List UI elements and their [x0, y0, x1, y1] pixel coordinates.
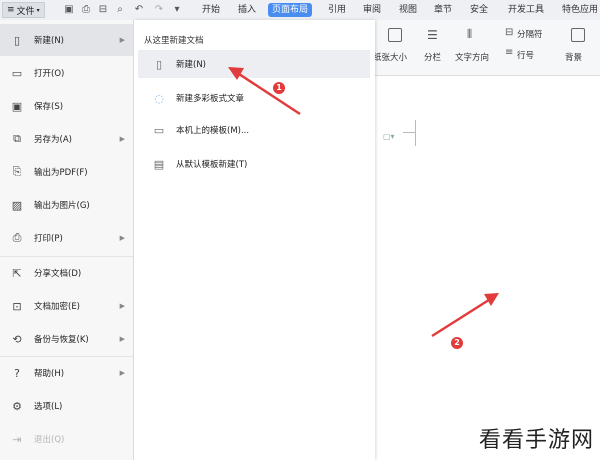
annotation-layer [228, 67, 499, 338]
watermark-text: 看看手游网 [478, 428, 594, 453]
arrow-1-line [235, 70, 301, 116]
annotation-badge-1: 1 [273, 82, 285, 94]
arrow-2-head [484, 293, 499, 306]
arrow-1-head [228, 67, 244, 80]
arrow-2-line [431, 296, 493, 338]
annotation-badge-2: 2 [451, 337, 463, 349]
